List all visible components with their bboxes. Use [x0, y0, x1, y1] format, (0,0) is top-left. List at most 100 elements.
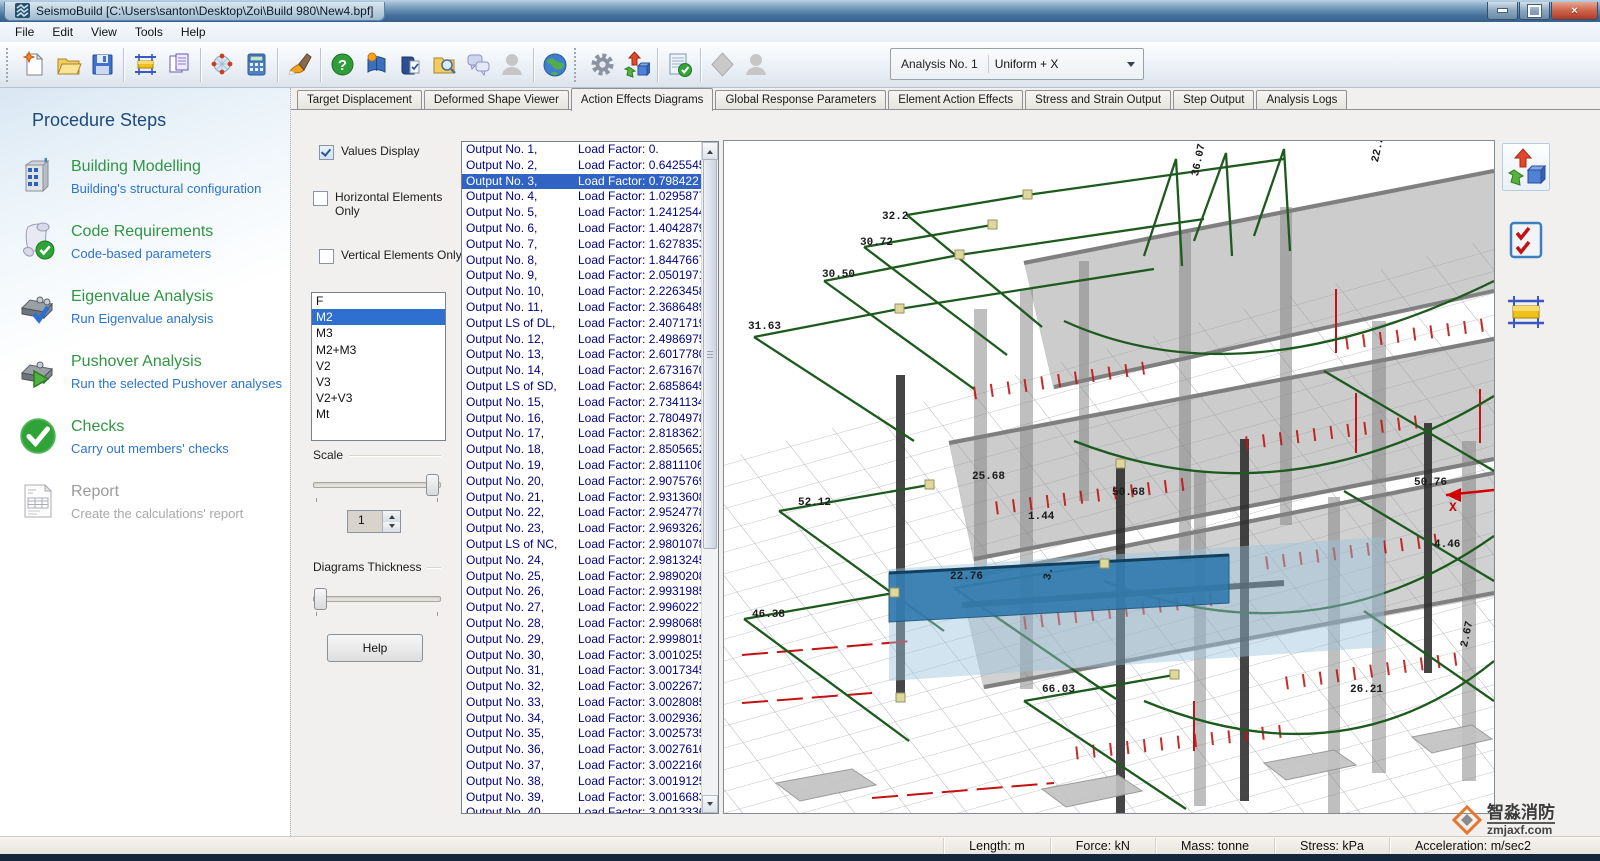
diagram-type-listbox[interactable]: FM2M3M2+M3V2V3V2+V3Mt — [311, 292, 446, 441]
output-row[interactable]: Output No. 32,Load Factor: 3.00226725 — [462, 679, 702, 695]
slider-thumb[interactable] — [426, 474, 439, 496]
tab[interactable]: Global Response Parameters — [715, 90, 886, 110]
output-scrollbar[interactable] — [701, 142, 718, 813]
diagram-type-option[interactable]: M3 — [312, 325, 445, 341]
sidebar-item-pushover-analysis[interactable]: Pushover Analysis Run the selected Pusho… — [18, 351, 290, 391]
step-subtitle[interactable]: Run the selected Pushover analyses — [71, 376, 282, 391]
menu-item[interactable]: Tools — [126, 23, 172, 41]
reports-icon[interactable] — [162, 46, 196, 84]
output-row[interactable]: Output No. 18,Load Factor: 2.85056528 — [462, 442, 702, 458]
output-row[interactable]: Output No. 29,Load Factor: 2.99980157 — [462, 632, 702, 648]
scale-slider[interactable] — [313, 474, 441, 494]
report-check-icon[interactable] — [662, 46, 696, 84]
sidebar-item-building-modelling[interactable]: Building Modelling Building's structural… — [18, 156, 290, 196]
calculator-icon[interactable] — [239, 46, 273, 84]
checkbox-checked-icon[interactable] — [319, 145, 334, 160]
restore-button[interactable] — [1519, 2, 1550, 20]
output-row[interactable]: Output No. 12,Load Factor: 2.49869754 — [462, 332, 702, 348]
output-row[interactable]: Output No. 36,Load Factor: 3.00276167 — [462, 742, 702, 758]
output-row[interactable]: Output No. 31,Load Factor: 3.00173456 — [462, 663, 702, 679]
output-row[interactable]: Output No. 25,Load Factor: 2.98902087 — [462, 569, 702, 585]
analysis-combobox[interactable]: Analysis No. 1 Uniform + X — [890, 48, 1144, 80]
output-row[interactable]: Output No. 3,Load Factor: 0.798422 — [462, 174, 702, 190]
chevron-down-icon[interactable] — [1127, 62, 1135, 71]
values-display-checkbox[interactable]: Values Display — [319, 144, 419, 160]
output-row[interactable]: Output No. 13,Load Factor: 2.60177805 — [462, 347, 702, 363]
checkbox-icon[interactable] — [313, 191, 328, 206]
output-row[interactable]: Output No. 26,Load Factor: 2.99319856 — [462, 584, 702, 600]
model-3d-icon[interactable] — [205, 46, 239, 84]
diagram-type-option[interactable]: M2 — [312, 309, 445, 325]
paintbrush-icon[interactable] — [282, 46, 316, 84]
tab[interactable]: Action Effects Diagrams — [571, 88, 714, 111]
output-row[interactable]: Output No. 39,Load Factor: 3.00166833 — [462, 790, 702, 806]
sidebar-item-eigenvalue-analysis[interactable]: Eigenvalue Analysis Run Eigenvalue analy… — [18, 286, 290, 326]
vertical-elements-checkbox[interactable]: Vertical Elements Only — [319, 248, 469, 264]
new-file-icon[interactable] — [17, 46, 51, 84]
diagram-type-option[interactable]: F — [312, 293, 445, 309]
output-row[interactable]: Output No. 15,Load Factor: 2.7341134 — [462, 395, 702, 411]
minimize-button[interactable] — [1487, 2, 1518, 20]
output-row[interactable]: Output No. 10,Load Factor: 2.22634588 — [462, 284, 702, 300]
sidebar-item-report[interactable]: Report Create the calculations' report — [18, 481, 290, 521]
step-subtitle[interactable]: Carry out members' checks — [71, 441, 229, 456]
book-sun-icon[interactable] — [359, 46, 393, 84]
tab[interactable]: Stress and Strain Output — [1025, 90, 1171, 110]
output-row[interactable]: Output No. 9,Load Factor: 2.0501971 — [462, 268, 702, 284]
diagram-type-option[interactable]: V3 — [312, 374, 445, 390]
diagram-type-option[interactable]: Mt — [312, 406, 445, 422]
step-subtitle[interactable]: Create the calculations' report — [71, 506, 243, 521]
menu-item[interactable]: View — [82, 23, 126, 41]
output-row[interactable]: Output No. 4,Load Factor: 1.02958779 — [462, 189, 702, 205]
sidebar-item-checks[interactable]: Checks Carry out members' checks — [18, 416, 290, 456]
settings-gear-icon[interactable] — [585, 46, 619, 84]
book-check-icon[interactable] — [393, 46, 427, 84]
output-row[interactable]: Output No. 24,Load Factor: 2.98132455 — [462, 553, 702, 569]
diagram-type-option[interactable]: V2+V3 — [312, 390, 445, 406]
output-row[interactable]: Output No. 27,Load Factor: 2.99602278 — [462, 600, 702, 616]
display-3d-icon[interactable] — [619, 46, 653, 84]
scroll-down-icon[interactable] — [702, 795, 718, 813]
spin-down-icon[interactable] — [383, 522, 400, 533]
output-row[interactable]: Output No. 20,Load Factor: 2.90757698 — [462, 474, 702, 490]
menu-item[interactable]: Help — [172, 23, 215, 41]
output-row[interactable]: Output No. 6,Load Factor: 1.4042879 — [462, 221, 702, 237]
globe-icon[interactable] — [538, 46, 572, 84]
tab[interactable]: Target Displacement — [297, 90, 422, 110]
output-row[interactable]: Output No. 34,Load Factor: 3.00293628 — [462, 711, 702, 727]
tab[interactable]: Element Action Effects — [888, 90, 1023, 110]
save-icon[interactable] — [85, 46, 119, 84]
output-row[interactable]: Output No. 33,Load Factor: 3.00280853 — [462, 695, 702, 711]
element-diagrams-icon[interactable] — [1503, 289, 1549, 335]
tab[interactable]: Step Output — [1173, 90, 1254, 110]
output-row[interactable]: Output No. 14,Load Factor: 2.67316708 — [462, 363, 702, 379]
tab[interactable]: Deformed Shape Viewer — [424, 90, 569, 110]
output-row[interactable]: Output No. 38,Load Factor: 3.00191257 — [462, 774, 702, 790]
output-row[interactable]: Output LS of NC,Load Factor: 2.9801078 — [462, 537, 702, 553]
output-row[interactable]: Output No. 1,Load Factor: 0. — [462, 142, 702, 158]
checkbox-icon[interactable] — [319, 249, 334, 264]
building-modeller-icon[interactable] — [128, 46, 162, 84]
output-steps-listbox[interactable]: Output No. 1,Load Factor: 0. Output No. … — [461, 141, 719, 814]
output-row[interactable]: Output No. 16,Load Factor: 2.7804978 — [462, 411, 702, 427]
output-row[interactable]: Output No. 5,Load Factor: 1.24125441 — [462, 205, 702, 221]
close-button[interactable]: × — [1551, 2, 1598, 20]
output-row[interactable]: Output LS of SD,Load Factor: 2.6858645 — [462, 379, 702, 395]
display-options-icon[interactable] — [1502, 143, 1550, 191]
output-row[interactable]: Output No. 40,Load Factor: 3.0013336 — [462, 805, 702, 813]
output-row[interactable]: Output No. 37,Load Factor: 3.00221604 — [462, 758, 702, 774]
horizontal-elements-checkbox[interactable]: Horizontal Elements Only — [313, 190, 443, 218]
thickness-slider[interactable] — [313, 588, 441, 608]
output-row[interactable]: Output No. 11,Load Factor: 2.36864893 — [462, 300, 702, 316]
output-row[interactable]: Output No. 17,Load Factor: 2.81836217 — [462, 426, 702, 442]
output-row[interactable]: Output No. 8,Load Factor: 1.84476676 — [462, 253, 702, 269]
step-subtitle[interactable]: Run Eigenvalue analysis — [71, 311, 213, 326]
output-row[interactable]: Output No. 2,Load Factor: 0.64255456 — [462, 158, 702, 174]
sidebar-item-code-requirements[interactable]: Code Requirements Code-based parameters — [18, 221, 290, 261]
output-row[interactable]: Output No. 22,Load Factor: 2.95247787 — [462, 505, 702, 521]
output-row[interactable]: Output No. 19,Load Factor: 2.8811106 — [462, 458, 702, 474]
folder-search-icon[interactable] — [427, 46, 461, 84]
slider-thumb[interactable] — [314, 588, 327, 610]
diagram-type-option[interactable]: M2+M3 — [312, 342, 445, 358]
help-button[interactable]: Help — [327, 634, 423, 662]
